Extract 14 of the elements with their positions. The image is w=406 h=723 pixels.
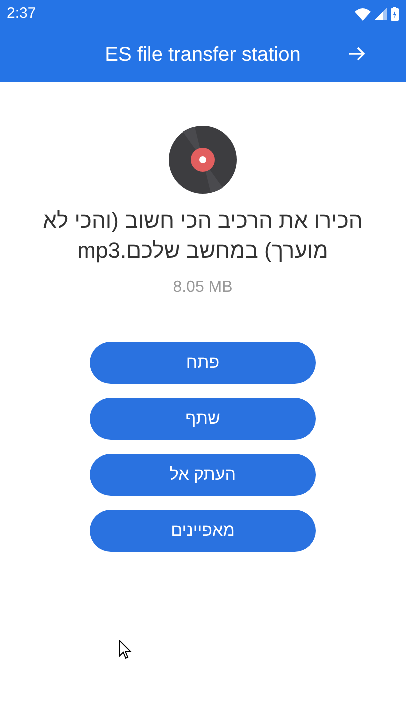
file-size: 8.05 MB <box>173 278 233 298</box>
action-button[interactable]: פתח <box>90 342 316 384</box>
vinyl-record-icon <box>169 126 237 194</box>
battery-icon <box>391 7 399 21</box>
file-name: הכירו את הרכיב הכי חשוב (והכי לא מוערך) במחשב שלכם.mp3 <box>42 207 364 265</box>
signal-icon <box>375 8 387 20</box>
mouse-pointer-icon <box>119 640 132 660</box>
action-button[interactable]: שתף <box>90 398 316 440</box>
status-time: 2:37 <box>7 4 36 24</box>
action-button[interactable]: מאפיינים <box>90 510 316 552</box>
wifi-icon <box>355 8 371 20</box>
forward-arrow-icon[interactable] <box>348 46 366 62</box>
action-button[interactable]: העתק אל <box>90 454 316 496</box>
app-title: ES file transfer station <box>105 43 301 68</box>
